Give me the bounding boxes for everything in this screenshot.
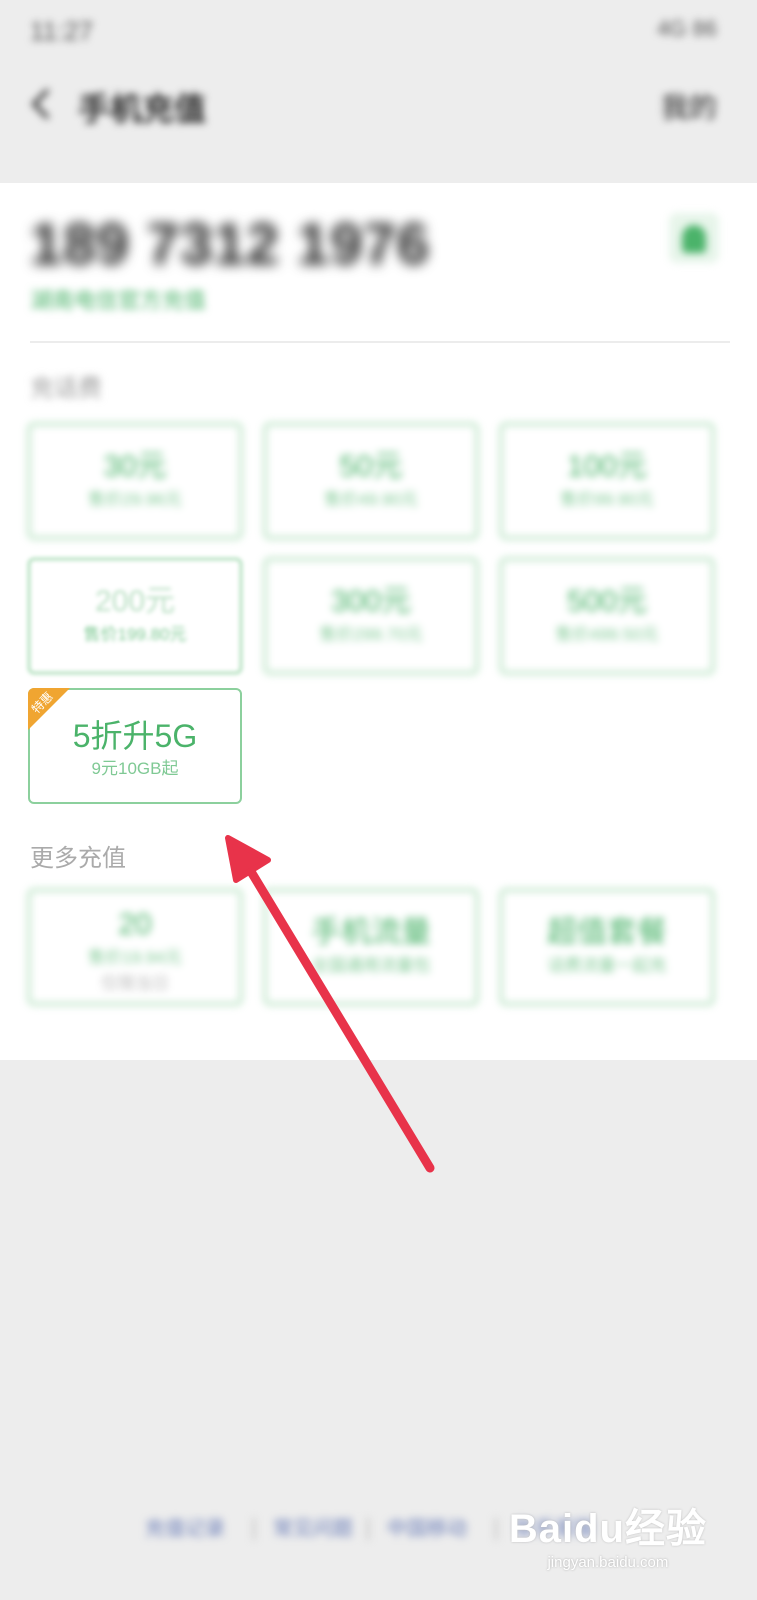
more-tile-2[interactable]: 手机流量 全国通用流量包 (264, 889, 478, 1005)
footer-link-3[interactable]: 中国移动 (387, 1512, 467, 1541)
status-icons: 4G 86 (657, 16, 717, 41)
recharge-tile-3[interactable]: 100元 售价99.90元 (500, 423, 714, 539)
more-tile-1[interactable]: 20 售价19.94元 仅限当日 (28, 889, 242, 1005)
tile-amount: 50元 (339, 450, 403, 483)
footer-link-1[interactable]: 充值记录 (145, 1512, 225, 1541)
footer-divider (495, 1518, 497, 1540)
recharge-tile-6[interactable]: 500元 售价499.50元 (500, 558, 714, 674)
recharge-tile-5[interactable]: 300元 售价299.70元 (264, 558, 478, 674)
tile-amount: 500元 (566, 585, 648, 618)
recharge-tile-4[interactable]: 200元 售价199.80元 (28, 558, 242, 674)
footer-link-2[interactable]: 常见问题 (273, 1512, 353, 1541)
page-title: 手机充值 (78, 91, 207, 127)
tile-price: 话费流量一起充 (547, 956, 667, 975)
tile-price: 售价29.96元 (88, 490, 182, 509)
special-offer-badge: 特惠 (28, 688, 70, 730)
my-button[interactable]: 我的 (661, 86, 717, 126)
contacts-icon[interactable] (669, 213, 719, 263)
tile-amount: 100元 (566, 450, 648, 483)
recharge-card: 189 7312 1976 湖南电信官方充值 充话费 30元 售价29.96元 … (0, 183, 757, 1060)
footer-divider (253, 1518, 255, 1540)
tile-amount: 手机流量 (311, 916, 431, 949)
tile-amount: 超值套餐 (547, 916, 667, 949)
status-bar: 11:27 4G 86 (0, 0, 757, 62)
carrier-note: 湖南电信官方充值 (30, 288, 207, 313)
tile-amount: 300元 (330, 585, 412, 618)
tile-price: 售价19.94元 (88, 948, 182, 967)
footer-divider (367, 1518, 369, 1540)
more-section-label: 更多充值 (30, 845, 126, 872)
recharge-tile-2[interactable]: 50元 售价49.90元 (264, 423, 478, 539)
recharge-tile-1[interactable]: 30元 售价29.96元 (28, 423, 242, 539)
tile-price: 售价199.80元 (83, 625, 187, 644)
divider (30, 341, 730, 343)
tile-subtitle: 9元10GB起 (91, 759, 179, 778)
nav-bar: 手机充值 我的 (0, 62, 757, 146)
back-icon[interactable] (24, 84, 60, 124)
upgrade-5g-tile[interactable]: 特惠 5折升5G 9元10GB起 (28, 688, 242, 804)
tile-price: 全国通用流量包 (311, 956, 431, 975)
tile-price: 售价99.90元 (560, 490, 654, 509)
watermark-url: jingyan.baidu.com (547, 1554, 669, 1571)
tile-amount: 30元 (103, 450, 167, 483)
tile-price: 售价299.70元 (319, 625, 423, 644)
recharge-section-label: 充话费 (30, 375, 102, 402)
tile-amount: 200元 (94, 585, 176, 618)
tile-note: 仅限当日 (101, 974, 169, 993)
phone-number[interactable]: 189 7312 1976 (30, 211, 430, 278)
more-tile-3[interactable]: 超值套餐 话费流量一起充 (500, 889, 714, 1005)
watermark-logo: Baidu经验 (508, 1507, 707, 1551)
tile-price: 售价499.50元 (555, 625, 659, 644)
status-time: 11:27 (30, 16, 94, 46)
tile-amount: 20 (118, 908, 152, 941)
tile-price: 售价49.90元 (324, 490, 418, 509)
baidu-watermark: Baidu经验 jingyan.baidu.com (509, 1496, 707, 1571)
